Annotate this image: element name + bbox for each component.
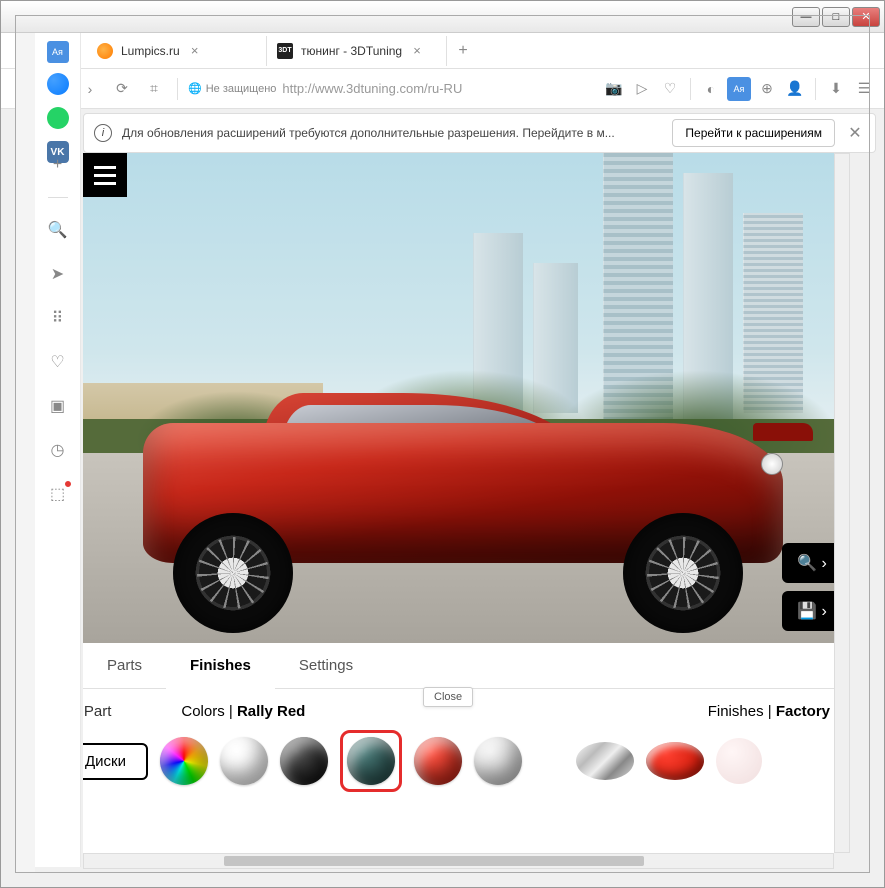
horizontal-scrollbar[interactable] xyxy=(83,853,834,869)
messenger-icon[interactable] xyxy=(47,73,69,95)
window-maximize-button[interactable]: □ xyxy=(822,7,850,27)
tab-close-icon[interactable]: × xyxy=(410,44,424,58)
nav-reload-button[interactable]: ⟳ xyxy=(109,76,135,102)
url-display[interactable]: http://www.3dtuning.com/ru-RU xyxy=(282,81,462,96)
shield-icon[interactable]: ◐ xyxy=(699,77,723,101)
info-icon: i xyxy=(94,124,112,142)
vertical-scrollbar[interactable] xyxy=(834,153,850,853)
tab-close-icon[interactable]: × xyxy=(188,44,202,58)
part-wheels-button[interactable]: Диски xyxy=(83,743,148,780)
close-tooltip: Close xyxy=(423,687,473,707)
color-white-swatch[interactable] xyxy=(220,737,268,785)
whatsapp-icon[interactable] xyxy=(47,107,69,129)
separator xyxy=(690,78,691,100)
separator xyxy=(815,78,816,100)
selected-swatch-highlight xyxy=(340,730,402,792)
camera-icon[interactable]: 📷 xyxy=(602,77,626,101)
separator xyxy=(48,197,68,198)
tab-label: Lumpics.ru xyxy=(121,44,180,58)
sidebar-apps-icon[interactable]: ⠿ xyxy=(46,306,70,330)
favicon-lumpics-icon xyxy=(97,43,113,59)
browser-tab-bar: Lumpics.ru × 3DT тюнинг - 3DTuning × + xyxy=(1,33,884,69)
download-icon[interactable]: ⬇ xyxy=(824,77,848,101)
save-button[interactable]: 💾 › xyxy=(782,591,842,631)
translate-sidebar-icon[interactable]: Aя xyxy=(47,41,69,63)
page-content: 3DT 🔍 › 💾 › Parts Finishes Settings Clos… xyxy=(83,153,850,853)
tab-parts[interactable]: Parts xyxy=(83,643,166,688)
current-color-name: Rally Red xyxy=(237,703,305,720)
globe-icon: 🌐 xyxy=(188,82,202,95)
color-black-swatch[interactable] xyxy=(280,737,328,785)
sidebar-heart-icon[interactable]: ♡ xyxy=(46,350,70,374)
extension-notification-bar: i Для обновления расширений требуются до… xyxy=(83,113,876,153)
address-bar: ‹ › ⟳ ⌗ 🌐 Не защищено http://www.3dtunin… xyxy=(1,69,884,109)
translate-icon[interactable]: Aя xyxy=(727,77,751,101)
go-to-extensions-button[interactable]: Перейти к расширениям xyxy=(672,119,835,147)
window-titlebar: — □ ✕ xyxy=(1,1,884,33)
bottom-panel: Parts Finishes Settings Close ed Part Co… xyxy=(83,643,850,853)
new-tab-button[interactable]: + xyxy=(451,39,475,63)
sidebar-search-icon[interactable]: 🔍 xyxy=(46,218,70,242)
window-left-gutter xyxy=(15,33,35,873)
scrollbar-thumb[interactable] xyxy=(224,856,644,866)
tab-finishes[interactable]: Finishes xyxy=(166,643,275,688)
car-render: 3DT xyxy=(103,393,823,623)
browser-tab-3dtuning[interactable]: 3DT тюнинг - 3DTuning × xyxy=(267,36,447,66)
speed-dial-button[interactable]: ⌗ xyxy=(141,76,167,102)
sidebar-add-button[interactable]: + xyxy=(46,153,70,177)
color-red-swatch[interactable] xyxy=(414,737,462,785)
color-silver-swatch[interactable] xyxy=(474,737,522,785)
tab-label: тюнинг - 3DTuning xyxy=(301,44,402,58)
finish-candy-swatch[interactable] xyxy=(646,742,704,780)
finishes-label: Finishes | Factory xyxy=(708,703,830,720)
color-picker-swatch[interactable] xyxy=(160,737,208,785)
color-swatch-row: Диски xyxy=(83,726,850,796)
finish-chrome-swatch[interactable] xyxy=(576,742,634,780)
sidebar-cube-icon[interactable]: ⬚ xyxy=(46,482,70,506)
security-label: Не защищено xyxy=(206,83,277,95)
favicon-3dt-icon: 3DT xyxy=(277,43,293,59)
selected-part-label: ed Part xyxy=(83,703,111,720)
finish-pearl-swatch[interactable] xyxy=(716,738,762,784)
browser-tab-lumpics[interactable]: Lumpics.ru × xyxy=(87,36,267,66)
zoom-button[interactable]: 🔍 › xyxy=(782,543,842,583)
window-minimize-button[interactable]: — xyxy=(792,7,820,27)
panel-tabs: Parts Finishes Settings xyxy=(83,643,850,689)
sidebar-history-icon[interactable]: ◷ xyxy=(46,438,70,462)
car-viewport[interactable]: 3DT 🔍 › 💾 › xyxy=(83,153,850,643)
separator xyxy=(177,78,178,100)
notification-close-icon[interactable]: ✕ xyxy=(845,123,865,143)
colors-label: Colors | Rally Red xyxy=(181,703,305,720)
window-close-button[interactable]: ✕ xyxy=(852,7,880,27)
browser-sidebar: Aя VK + 🔍 ➤ ⠿ ♡ ▣ ◷ ⬚ xyxy=(35,33,81,867)
menu-hamburger-button[interactable] xyxy=(83,153,127,197)
globe-ext-icon[interactable]: ⊕ xyxy=(755,77,779,101)
sidebar-send-icon[interactable]: ➤ xyxy=(46,262,70,286)
easy-setup-icon[interactable]: ☰ xyxy=(852,77,876,101)
send-icon[interactable]: ▷ xyxy=(630,77,654,101)
current-finish-name: Factory xyxy=(776,703,830,720)
profile-icon[interactable]: 👤 xyxy=(783,77,807,101)
security-indicator[interactable]: 🌐 Не защищено xyxy=(188,82,276,95)
heart-icon[interactable]: ♡ xyxy=(658,77,682,101)
color-teal-swatch[interactable] xyxy=(347,737,395,785)
tab-settings[interactable]: Settings xyxy=(275,643,377,688)
notification-text: Для обновления расширений требуются допо… xyxy=(122,126,615,140)
sidebar-news-icon[interactable]: ▣ xyxy=(46,394,70,418)
